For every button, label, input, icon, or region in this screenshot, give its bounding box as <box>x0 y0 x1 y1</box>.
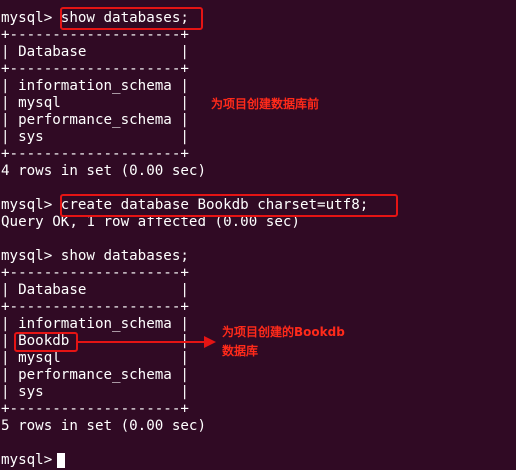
highlight-show-databases-cmd <box>60 7 203 30</box>
terminal-line: +--------------------+ <box>1 61 189 77</box>
terminal-line: | information_schema | <box>1 78 189 94</box>
terminal-line: | performance_schema | <box>1 112 189 128</box>
terminal-line: 5 rows in set (0.00 sec) <box>1 418 206 434</box>
terminal-line: | information_schema | <box>1 316 189 332</box>
terminal-line: | Database | <box>1 44 189 60</box>
terminal-window[interactable]: mysql> show databases; +----------------… <box>0 0 516 470</box>
terminal-line: | Database | <box>1 282 189 298</box>
terminal-prompt[interactable]: mysql> <box>1 452 61 469</box>
annotation-before-create: 为项目创建数据库前 <box>211 97 320 111</box>
annotation-after-create-line2: 数据库 <box>222 344 259 358</box>
terminal-line: | sys | <box>1 129 189 145</box>
terminal-line: | sys | <box>1 384 189 400</box>
highlight-bookdb-row <box>14 332 78 352</box>
terminal-line: +--------------------+ <box>1 299 189 315</box>
terminal-line: 4 rows in set (0.00 sec) <box>1 163 206 179</box>
terminal-line: +--------------------+ <box>1 146 189 162</box>
terminal-cursor <box>57 453 65 468</box>
terminal-line: +--------------------+ <box>1 265 189 281</box>
terminal-line: | mysql | <box>1 350 189 366</box>
terminal-line: | performance_schema | <box>1 367 189 383</box>
highlight-create-database-cmd <box>60 194 398 217</box>
terminal-line: +--------------------+ <box>1 401 189 417</box>
terminal-line: mysql> show databases; <box>1 248 189 264</box>
terminal-line: | mysql | <box>1 95 189 111</box>
annotation-after-create-line1: 为项目创建的Bookdb <box>222 325 345 339</box>
arrow-icon <box>78 336 216 348</box>
